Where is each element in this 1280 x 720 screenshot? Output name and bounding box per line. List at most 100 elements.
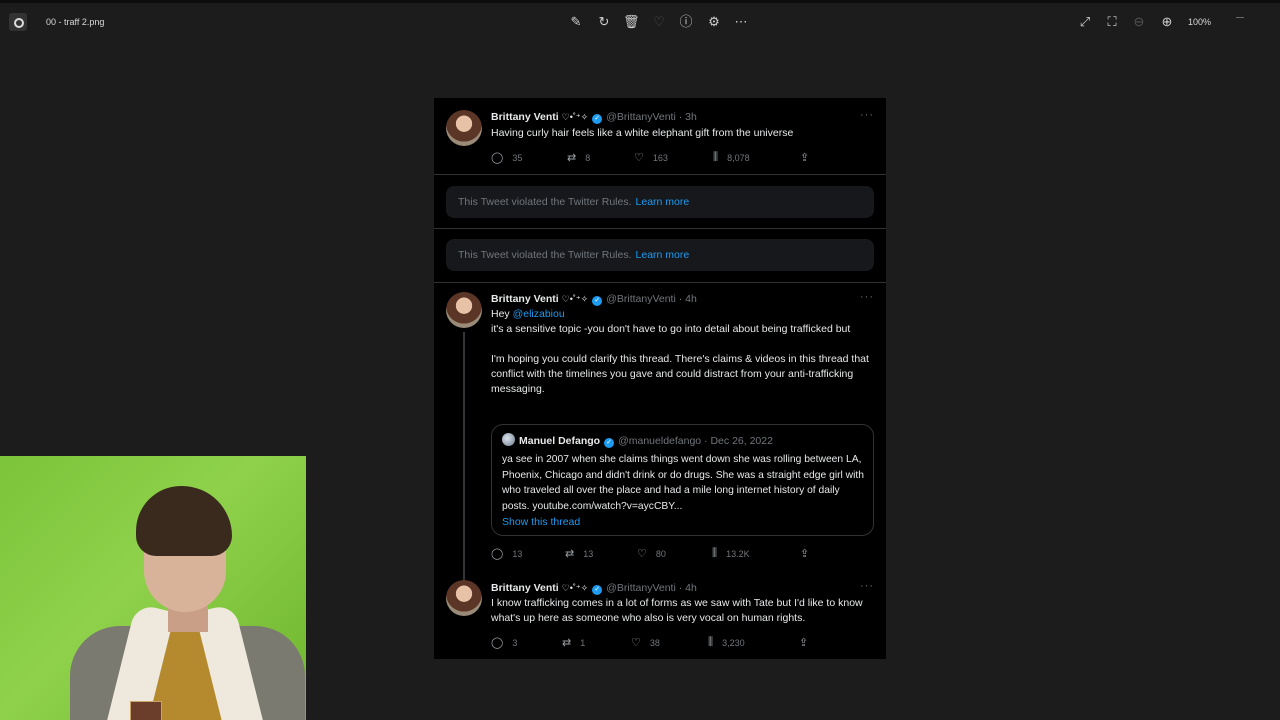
like-button[interactable]: ♡ 38 — [631, 636, 660, 649]
fullscreen-icon[interactable]: ⤢ — [1077, 14, 1093, 30]
tweet-actions: ◯ 13 ⇄ 13 ♡ 80 ⫼ 13.2K ⇪ — [491, 547, 821, 561]
author-handle[interactable]: @BrittanyVenti · 4h — [606, 582, 697, 594]
author-name[interactable]: Brittany Venti — [491, 293, 559, 305]
retweet-button[interactable]: ⇄ 1 — [562, 636, 585, 649]
learn-more-link[interactable]: Learn more — [636, 249, 690, 261]
views-count: 3,230 — [722, 637, 745, 648]
quote-avatar — [502, 433, 515, 446]
author-handle[interactable]: @BrittanyVenti · 3h — [606, 111, 697, 123]
learn-more-link[interactable]: Learn more — [636, 196, 690, 208]
share-button[interactable]: ⇪ — [800, 547, 818, 560]
retweet-count: 1 — [580, 637, 586, 648]
webcam-overlay — [0, 456, 306, 720]
show-thread-link[interactable]: Show this thread — [502, 516, 580, 528]
views-icon: ⫼ — [712, 547, 718, 559]
more-icon[interactable]: ⋯ — [733, 14, 749, 30]
rotate-icon[interactable]: ↻ — [596, 14, 612, 30]
like-count: 38 — [649, 637, 660, 648]
verified-icon: ✓ — [592, 296, 603, 306]
delete-icon[interactable]: 🗑 — [623, 14, 640, 30]
violation-notice: This Tweet violated the Twitter Rules. Le… — [446, 239, 874, 271]
tweet-text: Having curly hair feels like a white ele… — [491, 127, 794, 139]
like-icon: ♡ — [631, 637, 641, 649]
favorite-icon[interactable]: ♡ — [651, 14, 667, 30]
views-button[interactable]: ⫼ 3,230 — [708, 636, 745, 649]
author-handle[interactable]: @BrittanyVenti · 4h — [606, 293, 697, 305]
quote-author-name: Manuel Defango — [519, 435, 601, 447]
jacket-patch — [130, 701, 162, 720]
avatar[interactable] — [446, 292, 482, 328]
views-count: 13.2K — [726, 548, 750, 559]
retweet-button[interactable]: ⇄ 13 — [565, 547, 593, 560]
reply-icon: ◯ — [491, 637, 504, 649]
tweet[interactable]: Brittany Venti ♡•˚⁺✧ ✓ @BrittanyVenti · 4h … — [434, 282, 886, 582]
author-emoji: ♡•˚⁺✧ — [561, 294, 589, 304]
retweet-icon: ⇄ — [565, 548, 575, 560]
hair — [136, 486, 232, 556]
tweet-mention-line: Hey @elizabiou — [491, 307, 876, 322]
verified-icon: ✓ — [592, 114, 603, 124]
reply-count: 3 — [512, 637, 518, 648]
reply-button[interactable]: ◯ 3 — [491, 636, 517, 649]
share-icon: ⇪ — [800, 548, 810, 560]
author-emoji: ♡•˚⁺✧ — [561, 112, 589, 122]
retweet-button[interactable]: ⇄ 8 — [567, 151, 590, 164]
violation-text: This Tweet violated the Twitter Rules. — [458, 196, 632, 208]
views-icon: ⫼ — [708, 636, 714, 648]
adjust-icon[interactable]: ⚙ — [706, 14, 722, 30]
minimize-icon[interactable] — [1236, 17, 1244, 18]
tweet-header: Brittany Venti ♡•˚⁺✧ ✓ @BrittanyVenti · 4h — [491, 293, 697, 306]
author-name[interactable]: Brittany Venti — [491, 582, 559, 594]
reply-count: 35 — [512, 152, 523, 163]
reply-icon: ◯ — [491, 152, 504, 164]
share-button[interactable]: ⇪ — [800, 151, 818, 164]
tweet-text: I know trafficking comes in a lot of for… — [491, 597, 866, 624]
reply-button[interactable]: ◯ 35 — [491, 151, 522, 164]
quote-author-handle: @manueldefango · Dec 26, 2022 — [618, 435, 773, 447]
reply-count: 13 — [512, 548, 523, 559]
zoom-in-icon[interactable]: ⊕ — [1159, 14, 1175, 30]
author-name[interactable]: Brittany Venti — [491, 111, 559, 123]
reply-button[interactable]: ◯ 13 — [491, 547, 522, 560]
info-icon[interactable]: ⓘ — [678, 14, 694, 30]
tweet-header: Brittany Venti ♡•˚⁺✧ ✓ @BrittanyVenti · 4h — [491, 582, 697, 595]
mention-link[interactable]: @elizabiou — [513, 308, 565, 320]
crop-icon[interactable]: ⛶ — [1104, 14, 1120, 30]
reply-icon: ◯ — [491, 548, 504, 560]
like-count: 80 — [655, 548, 666, 559]
share-icon: ⇪ — [799, 637, 809, 649]
edit-icon[interactable]: ✎ — [568, 14, 584, 30]
retweet-icon: ⇄ — [562, 637, 572, 649]
more-icon[interactable]: ··· — [860, 109, 874, 121]
like-icon: ♡ — [634, 152, 644, 164]
quoted-tweet[interactable]: Manuel Defango ✓ @manueldefango · Dec 26, … — [491, 424, 874, 536]
quote-text: ya see in 2007 when she claims things we… — [502, 454, 864, 512]
app-icon[interactable] — [9, 13, 27, 31]
violation-notice: This Tweet violated the Twitter Rules. Le… — [446, 186, 874, 218]
share-button[interactable]: ⇪ — [799, 636, 817, 649]
more-icon[interactable]: ··· — [860, 580, 874, 592]
tweet-header: Brittany Venti ♡•˚⁺✧ ✓ @BrittanyVenti · 3h — [491, 111, 697, 124]
views-button[interactable]: ⫼ 13.2K — [712, 547, 750, 560]
divider — [434, 174, 886, 175]
zoom-level[interactable]: 100% — [1188, 17, 1211, 27]
tweet[interactable]: Brittany Venti ♡•˚⁺✧ ✓ @BrittanyVenti · 4h … — [434, 574, 886, 659]
more-icon[interactable]: ··· — [860, 291, 874, 303]
verified-icon: ✓ — [592, 585, 603, 595]
views-count: 8,078 — [727, 152, 750, 163]
quote-header: Manuel Defango ✓ @manueldefango · Dec 26, … — [502, 433, 773, 448]
streamer-figure — [60, 476, 306, 720]
tweet-text-prefix: Hey — [491, 308, 513, 320]
like-button[interactable]: ♡ 163 — [634, 151, 668, 164]
viewer-toolbar: 00 - traff 2.png ✎ ↻ 🗑 ♡ ⓘ ⚙ ⋯ ⤢ ⛶ ⊖ ⊕ 1… — [0, 0, 1280, 40]
tweet[interactable]: Brittany Venti ♡•˚⁺✧ ✓ @BrittanyVenti · 3h … — [434, 98, 886, 174]
violation-text: This Tweet violated the Twitter Rules. — [458, 249, 632, 261]
retweet-count: 8 — [585, 152, 591, 163]
thread-line — [463, 332, 465, 582]
avatar[interactable] — [446, 580, 482, 616]
retweet-count: 13 — [583, 548, 594, 559]
views-button[interactable]: ⫼ 8,078 — [713, 151, 750, 164]
zoom-out-icon[interactable]: ⊖ — [1131, 14, 1147, 30]
avatar[interactable] — [446, 110, 482, 146]
like-button[interactable]: ♡ 80 — [637, 547, 666, 560]
